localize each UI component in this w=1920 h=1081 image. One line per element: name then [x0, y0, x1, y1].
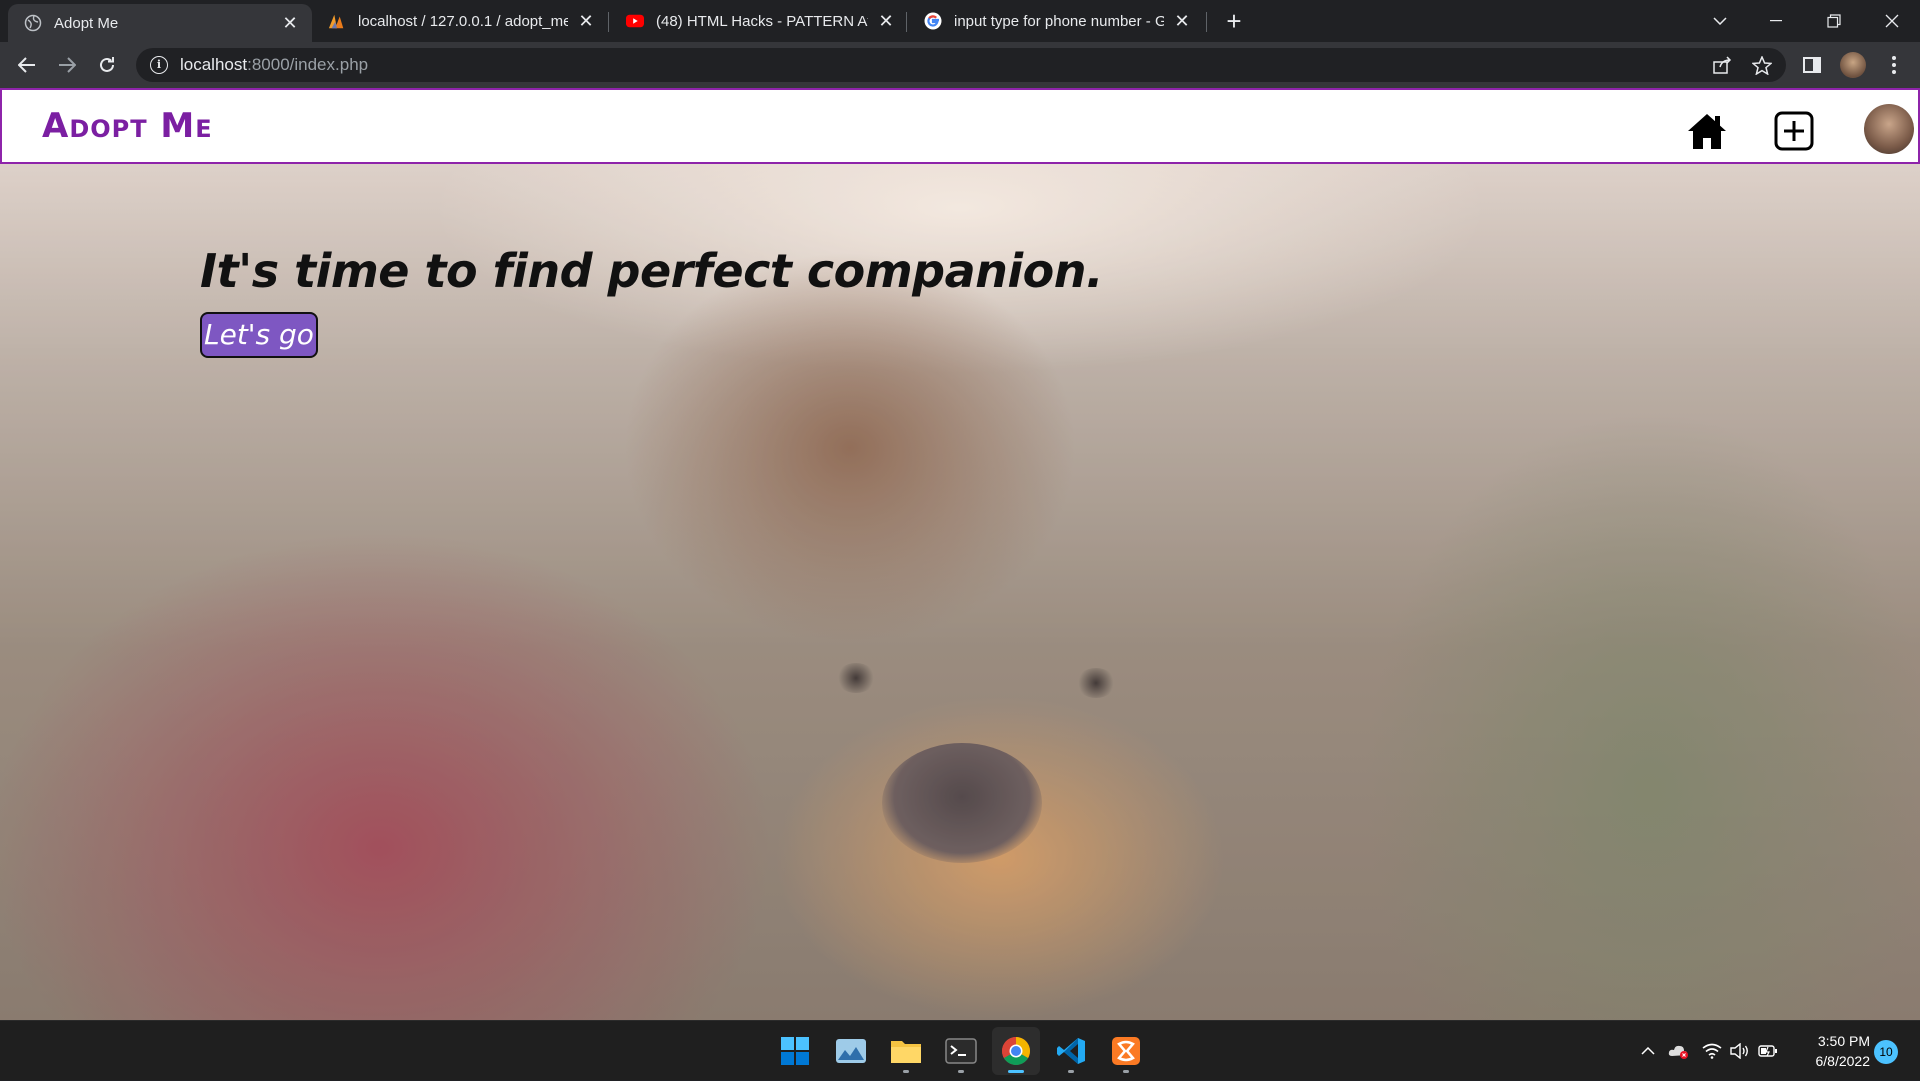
active-indicator	[1008, 1070, 1024, 1073]
chrome-icon[interactable]	[992, 1027, 1040, 1075]
more-menu-icon[interactable]	[1880, 51, 1908, 79]
forward-arrow-icon[interactable]	[53, 51, 81, 79]
tab-strip: Adopt Me ✕ localhost / 127.0.0.1 / adopt…	[0, 0, 1920, 42]
taskbar-clock[interactable]: 3:50 PM 6/8/2022	[1790, 1031, 1871, 1071]
close-tab-icon[interactable]: ✕	[576, 11, 596, 31]
volume-icon[interactable]	[1726, 1043, 1754, 1059]
plus-square-icon[interactable]	[1773, 110, 1815, 152]
tab-title: (48) HTML Hacks - PATTERN Attri	[656, 12, 868, 30]
youtube-icon	[626, 12, 644, 30]
windows-taskbar: 3:50 PM 6/8/2022 10	[0, 1020, 1920, 1080]
site-logo[interactable]: Adopt Me	[42, 106, 213, 146]
url-path: :8000/index.php	[247, 55, 369, 74]
close-tab-icon[interactable]: ✕	[280, 13, 300, 33]
onedrive-error-icon[interactable]	[1664, 1043, 1694, 1059]
browser-toolbar: i localhost:8000/index.php	[0, 42, 1920, 88]
tab-youtube[interactable]: (48) HTML Hacks - PATTERN Attri ✕	[610, 0, 908, 42]
photos-app-icon[interactable]	[827, 1027, 875, 1075]
tab-separator	[608, 12, 609, 32]
profile-avatar[interactable]	[1839, 51, 1867, 79]
close-tab-icon[interactable]: ✕	[1172, 11, 1192, 31]
tab-title: Adopt Me	[54, 14, 119, 32]
minimize-button[interactable]	[1748, 0, 1804, 42]
side-panel-icon[interactable]	[1798, 51, 1826, 79]
clock-time: 3:50 PM	[1817, 1033, 1870, 1049]
running-indicator	[958, 1070, 964, 1073]
hero-title: It's time to find perfect companion.	[200, 244, 1103, 298]
notification-badge[interactable]: 10	[1874, 1040, 1898, 1064]
avatar[interactable]	[1864, 104, 1914, 154]
google-icon	[924, 12, 942, 30]
tab-title: localhost / 127.0.0.1 / adopt_me	[358, 12, 568, 30]
terminal-icon[interactable]	[937, 1027, 985, 1075]
running-indicator	[1068, 1070, 1074, 1073]
chevron-up-icon[interactable]	[1636, 1047, 1660, 1055]
home-icon[interactable]	[1686, 110, 1728, 152]
tab-google[interactable]: input type for phone number - G ✕	[908, 0, 1204, 42]
system-tray	[1636, 1021, 1782, 1081]
file-explorer-icon[interactable]	[882, 1027, 930, 1075]
tab-adopt-me[interactable]: Adopt Me ✕	[8, 4, 312, 42]
xampp-icon[interactable]	[1102, 1027, 1150, 1075]
tab-separator	[1206, 12, 1207, 32]
new-tab-button[interactable]: +	[1220, 8, 1248, 36]
lets-go-button[interactable]: Let's go	[200, 312, 318, 358]
running-indicator	[1123, 1070, 1129, 1073]
battery-icon[interactable]	[1754, 1044, 1782, 1058]
tab-title: input type for phone number - G	[954, 12, 1164, 30]
phpmyadmin-icon	[328, 12, 346, 30]
back-arrow-icon[interactable]	[13, 51, 41, 79]
tab-phpmyadmin[interactable]: localhost / 127.0.0.1 / adopt_me ✕	[312, 0, 608, 42]
page-viewport: Adopt Me It's time to find perfect compa…	[0, 88, 1920, 1020]
bookmark-star-icon[interactable]	[1748, 51, 1776, 79]
clock-date: 6/8/2022	[1815, 1053, 1871, 1069]
vscode-icon[interactable]	[1047, 1027, 1095, 1075]
globe-icon	[24, 14, 42, 32]
address-bar[interactable]: i localhost:8000/index.php	[136, 48, 1786, 82]
url-host: localhost	[180, 55, 248, 74]
running-indicator	[903, 1070, 909, 1073]
hero-overlay	[0, 88, 1920, 1020]
site-navbar: Adopt Me	[0, 88, 1920, 164]
share-icon[interactable]	[1709, 51, 1737, 79]
close-window-button[interactable]	[1864, 0, 1920, 42]
wifi-icon[interactable]	[1698, 1043, 1726, 1059]
close-tab-icon[interactable]: ✕	[876, 11, 896, 31]
tab-separator	[906, 12, 907, 32]
site-info-icon[interactable]: i	[150, 56, 168, 74]
tab-search-chevron-icon[interactable]	[1692, 0, 1748, 42]
windows-start-icon[interactable]	[771, 1027, 819, 1075]
restore-button[interactable]	[1806, 0, 1862, 42]
reload-icon[interactable]	[93, 51, 121, 79]
